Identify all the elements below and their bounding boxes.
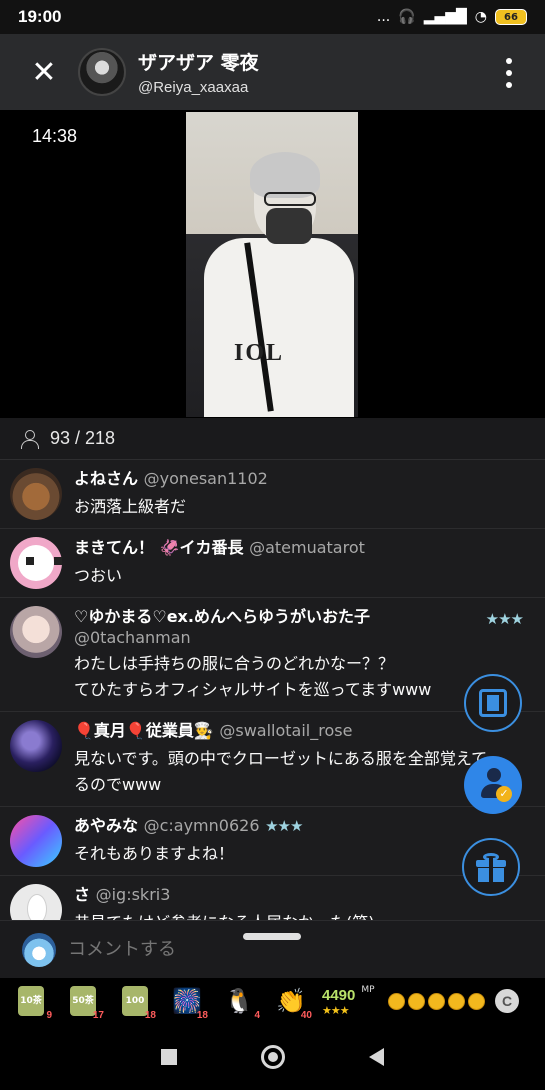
commenter-name: ♡ゆかまる♡ex.めんへらゆうがいおた子 — [74, 607, 370, 626]
coin-icon — [448, 992, 465, 1010]
user-icon — [487, 768, 501, 782]
check-icon: ✓ — [496, 786, 512, 802]
gift-icon — [476, 853, 506, 882]
screen-capture-button[interactable] — [464, 674, 522, 732]
gift-fireworks[interactable]: 🎆 18 — [162, 981, 212, 1021]
commenter-handle: @yonesan1102 — [143, 469, 268, 488]
coin-icons[interactable] — [388, 992, 485, 1010]
status-time: 19:00 — [18, 7, 62, 26]
capture-icon — [479, 689, 507, 717]
gift-bar: 10茶9 50茶17 100茶18 🎆18 🐧4 👏40 4490MP ★★★ … — [0, 978, 545, 1036]
system-nav-bar — [0, 1024, 545, 1090]
host-info[interactable]: ザアザア 零夜 @Reiya_xaaxaa — [138, 48, 259, 96]
my-avatar[interactable] — [22, 932, 56, 967]
commenter-handle: @c:aymn0626 — [143, 816, 260, 835]
video-shirt-text: IOL — [234, 340, 285, 366]
coin-icon — [388, 992, 405, 1010]
mp-value: 4490 — [322, 987, 356, 1004]
coin-icon — [408, 992, 425, 1010]
host-handle: @Reiya_xaaxaa — [138, 79, 249, 96]
recents-icon[interactable] — [161, 1049, 177, 1065]
penguin-icon: 🐧 — [224, 987, 254, 1015]
commenter-name: 🎈真月🎈従業員👨‍🍳 @swallotail_rose — [74, 721, 353, 740]
close-button[interactable]: ✕ — [22, 50, 66, 94]
commenter-name: あやみな @c:aymn0626 ★★★ — [74, 816, 303, 835]
gift-tea-50[interactable]: 50茶 17 — [58, 981, 108, 1021]
signal-icon: ▂▄▆█ — [423, 9, 467, 25]
video-person-shirt — [204, 238, 354, 417]
comment-item[interactable]: ♡ゆかまる♡ex.めんへらゆうがいおた子 @0tachanman わたしは手持ち… — [0, 598, 545, 712]
follow-profile-button[interactable]: ✓ — [464, 756, 522, 814]
mp-unit: MP — [361, 985, 375, 995]
status-bar: 19:00 ... 🎧 ▂▄▆█ ◔ 66 — [0, 0, 545, 34]
more-options-icon[interactable] — [503, 58, 515, 88]
gift-penguin[interactable]: 🐧 4 — [214, 981, 264, 1021]
status-icons: ... 🎧 ▂▄▆█ ◔ 66 — [377, 9, 527, 25]
back-icon[interactable] — [369, 1048, 384, 1066]
commenter-avatar[interactable] — [10, 884, 62, 920]
dots-icon: ... — [376, 9, 391, 25]
drag-handle[interactable] — [243, 933, 301, 940]
commenter-handle: @atemuatarot — [249, 538, 365, 557]
gift-tea-10[interactable]: 10茶 9 — [6, 981, 56, 1021]
commenter-avatar[interactable] — [10, 468, 62, 520]
commenter-avatar[interactable] — [10, 537, 62, 589]
commenter-handle: @ig:skri3 — [95, 885, 171, 904]
gift-tea-100[interactable]: 100茶18 — [110, 981, 160, 1036]
commenter-name: さ @ig:skri3 — [74, 885, 171, 904]
comment-item[interactable]: 🎈真月🎈従業員👨‍🍳 @swallotail_rose 見ないです。頭の中でクロ… — [0, 712, 545, 807]
supporter-badge-icon: ★★★ — [485, 610, 524, 628]
battery-icon: 66 — [495, 9, 527, 25]
coin-icon — [468, 992, 485, 1010]
supporter-badge-icon: ★★★ — [265, 817, 303, 835]
stream-header: ✕ ザアザア 零夜 @Reiya_xaaxaa — [0, 34, 545, 110]
commenter-avatar[interactable] — [10, 720, 62, 772]
tea-10-icon: 10茶 — [18, 986, 44, 1016]
video-person-mask — [266, 208, 312, 244]
commenter-avatar[interactable] — [10, 606, 62, 658]
commenter-name: まきてん！ 🦑イカ番長 @atemuatarot — [74, 538, 365, 557]
commenter-name: よねさん @yonesan1102 — [74, 469, 268, 488]
wifi-icon: ◔ — [474, 9, 487, 25]
video-person-glasses — [264, 192, 316, 206]
headphones-icon: 🎧 — [398, 9, 416, 25]
comment-text: お洒落上級者だ — [74, 497, 187, 516]
mp-counter[interactable]: 4490 MP ★★★ — [322, 985, 384, 1017]
video-area[interactable]: 14:38 IOL — [0, 110, 545, 418]
comment-text: 昔見てたけど参考になる人居なかった(笑) — [74, 910, 533, 920]
comment-input[interactable] — [68, 939, 368, 960]
home-icon[interactable] — [261, 1045, 285, 1069]
elapsed-time: 14:38 — [32, 126, 78, 146]
comment-item[interactable]: まきてん！ 🦑イカ番長 @atemuatarot つおい — [0, 529, 545, 598]
host-name: ザアザア 零夜 — [138, 52, 259, 74]
viewer-icon — [20, 429, 39, 449]
commenter-avatar[interactable] — [10, 815, 62, 867]
commenter-handle: @0tachanman — [74, 628, 191, 647]
comment-text: つおい — [74, 566, 123, 585]
gift-clap[interactable]: 👏 40 — [266, 981, 316, 1021]
video-frame[interactable]: IOL — [186, 112, 358, 417]
comment-item[interactable]: よねさん @yonesan1102 お洒落上級者だ — [0, 460, 545, 529]
host-avatar[interactable] — [78, 48, 126, 96]
commenter-handle: @swallotail_rose — [219, 721, 353, 740]
coin-shop-button[interactable]: C — [495, 989, 519, 1013]
comment-item[interactable]: さ @ig:skri3 昔見てたけど参考になる人居なかった(笑) — [0, 876, 545, 920]
comment-list[interactable]: よねさん @yonesan1102 お洒落上級者だ まきてん！ 🦑イカ番長 @a… — [0, 460, 545, 920]
gift-button[interactable] — [462, 838, 520, 896]
coin-icon — [428, 992, 445, 1010]
mp-stars: ★★★ — [322, 1004, 350, 1017]
viewer-bar: 93 / 218 — [0, 418, 545, 460]
comment-input-bar — [0, 920, 545, 978]
viewer-count: 93 / 218 — [50, 428, 116, 448]
